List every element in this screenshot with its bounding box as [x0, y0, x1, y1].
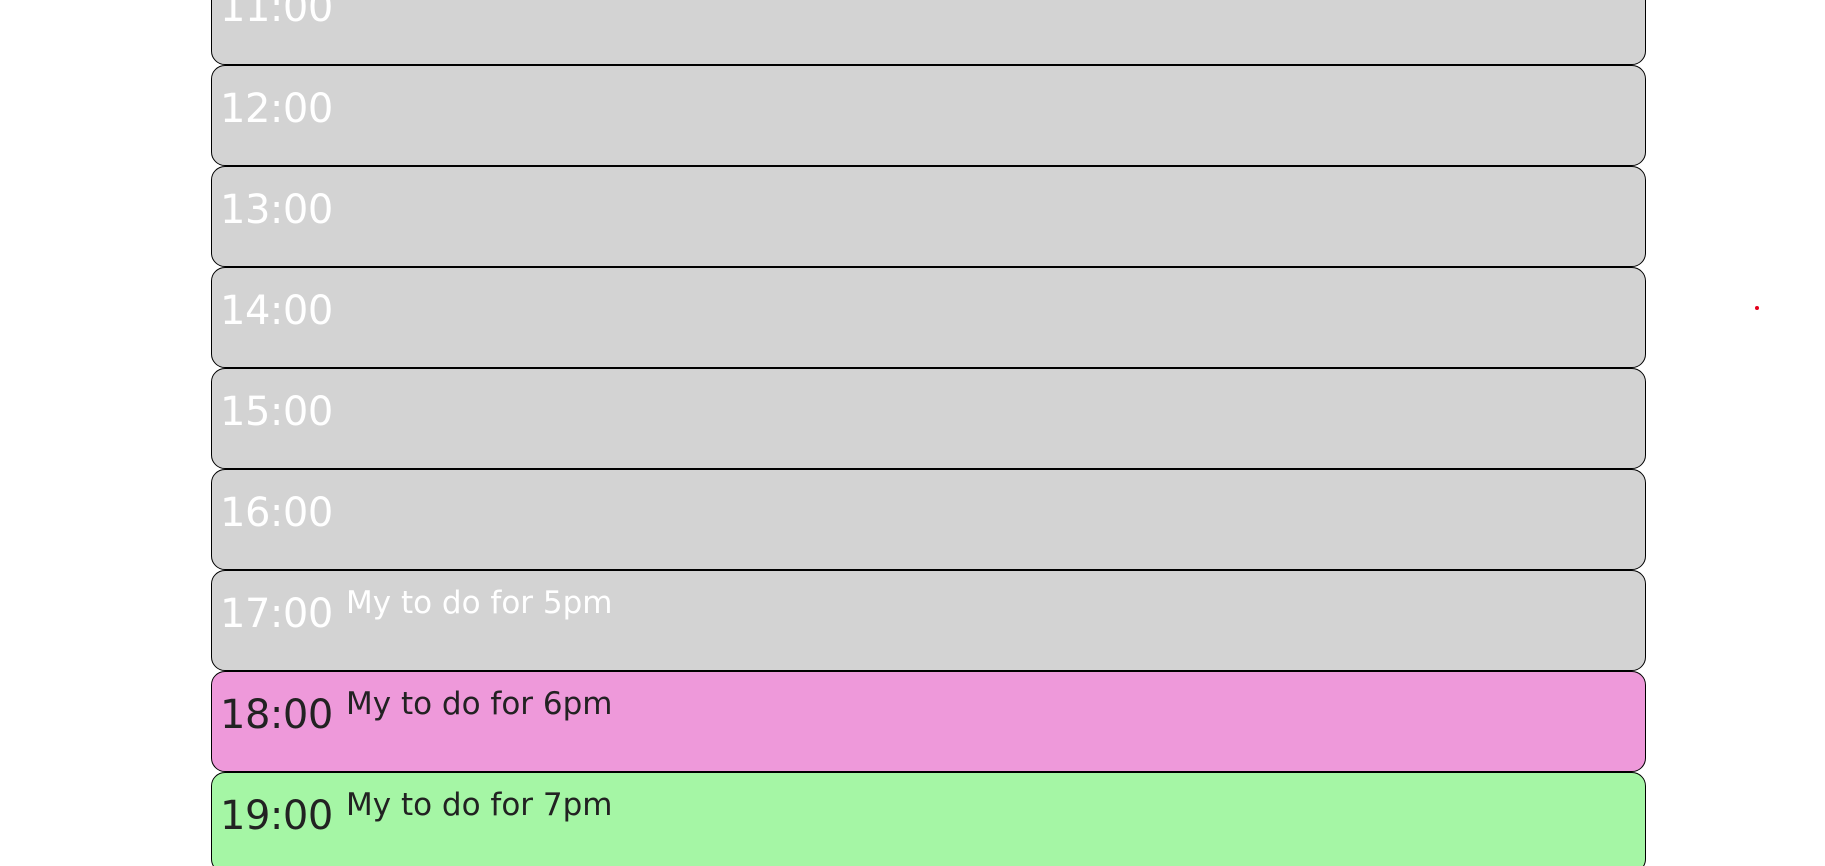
todo-input[interactable]: My to do for 6pm [346, 684, 1645, 724]
time-block-18[interactable]: 18:00 My to do for 6pm [211, 671, 1646, 772]
hour-label: 13:00 [220, 187, 333, 233]
time-block-12[interactable]: 12:00 [211, 65, 1646, 166]
time-block-19[interactable]: 19:00 My to do for 7pm [211, 772, 1646, 866]
hour-label: 16:00 [220, 490, 333, 536]
time-block-14[interactable]: 14:00 [211, 267, 1646, 368]
schedule-list: 11:00 12:00 13:00 14:00 15:00 16:00 17:0… [211, 0, 1646, 866]
hour-label: 11:00 [220, 0, 333, 31]
time-block-15[interactable]: 15:00 [211, 368, 1646, 469]
time-block-16[interactable]: 16:00 [211, 469, 1646, 570]
hour-label: 19:00 [220, 793, 333, 839]
hour-label: 14:00 [220, 288, 333, 334]
todo-input[interactable]: My to do for 5pm [346, 583, 1645, 623]
cursor-dot-icon [1755, 306, 1759, 310]
hour-label: 17:00 [220, 591, 333, 637]
hour-label: 18:00 [220, 692, 333, 738]
time-block-11[interactable]: 11:00 [211, 0, 1646, 65]
page: 11:00 12:00 13:00 14:00 15:00 16:00 17:0… [0, 0, 1825, 866]
time-block-17[interactable]: 17:00 My to do for 5pm [211, 570, 1646, 671]
hour-label: 12:00 [220, 86, 333, 132]
todo-input[interactable]: My to do for 7pm [346, 785, 1645, 825]
hour-label: 15:00 [220, 389, 333, 435]
time-block-13[interactable]: 13:00 [211, 166, 1646, 267]
